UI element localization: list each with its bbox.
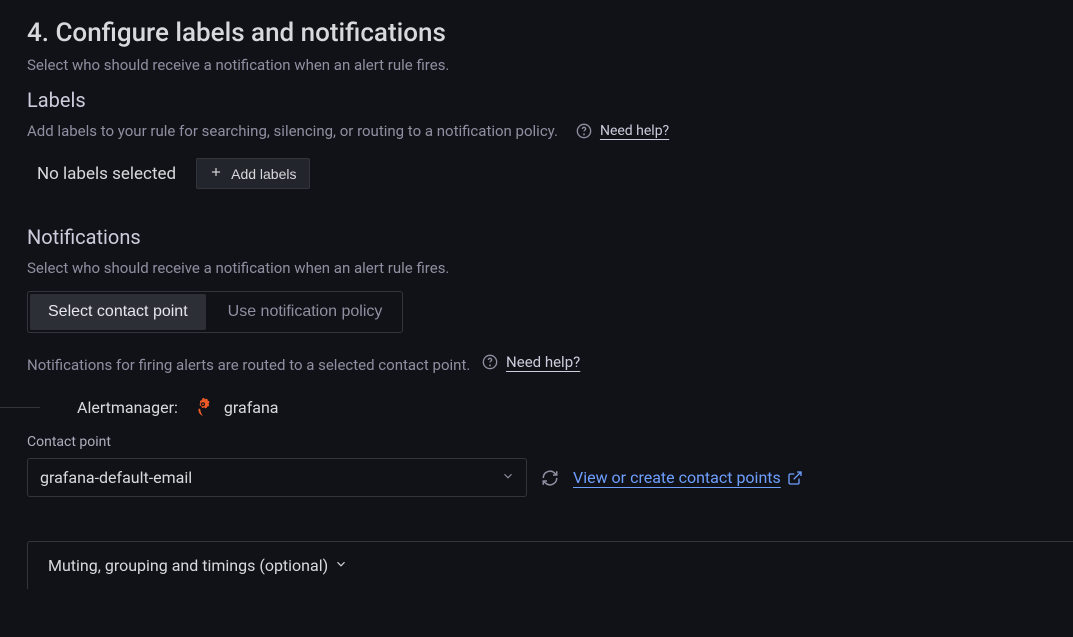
- contact-point-label: Contact point: [27, 434, 1073, 450]
- section-title: 4. Configure labels and notifications: [27, 18, 1073, 48]
- help-icon: [482, 354, 498, 370]
- toggle-contact-point[interactable]: Select contact point: [30, 294, 206, 330]
- view-contact-points-label: View or create contact points: [573, 468, 781, 487]
- notifications-title: Notifications: [27, 225, 1073, 249]
- labels-description: Add labels to your rule for searching, s…: [27, 122, 558, 140]
- labels-title: Labels: [27, 88, 1073, 112]
- external-link-icon: [787, 470, 803, 486]
- labels-status: No labels selected: [37, 164, 176, 184]
- collapsible-title: Muting, grouping and timings (optional): [48, 556, 328, 575]
- notifications-help-link[interactable]: Need help?: [506, 353, 580, 371]
- plus-icon: [209, 165, 223, 182]
- add-labels-button[interactable]: Add labels: [196, 158, 309, 189]
- alertmanager-name: grafana: [224, 398, 279, 417]
- notifications-routed-desc: Notifications for firing alerts are rout…: [27, 356, 470, 374]
- grafana-icon: [192, 396, 214, 418]
- section-subtitle: Select who should receive a notification…: [27, 56, 1073, 74]
- alertmanager-label: Alertmanager:: [77, 398, 178, 417]
- muting-grouping-collapsible[interactable]: Muting, grouping and timings (optional): [27, 541, 1073, 589]
- labels-help-link[interactable]: Need help?: [600, 123, 669, 139]
- contact-point-select[interactable]: grafana-default-email: [27, 458, 527, 497]
- add-labels-label: Add labels: [231, 166, 296, 182]
- toggle-notification-policy[interactable]: Use notification policy: [210, 294, 401, 330]
- view-contact-points-link[interactable]: View or create contact points: [573, 468, 803, 487]
- help-icon: [576, 123, 592, 139]
- notification-toggle: Select contact point Use notification po…: [27, 291, 403, 333]
- chevron-down-icon: [334, 556, 348, 575]
- refresh-icon[interactable]: [541, 469, 559, 487]
- notifications-subtitle: Select who should receive a notification…: [27, 259, 1073, 277]
